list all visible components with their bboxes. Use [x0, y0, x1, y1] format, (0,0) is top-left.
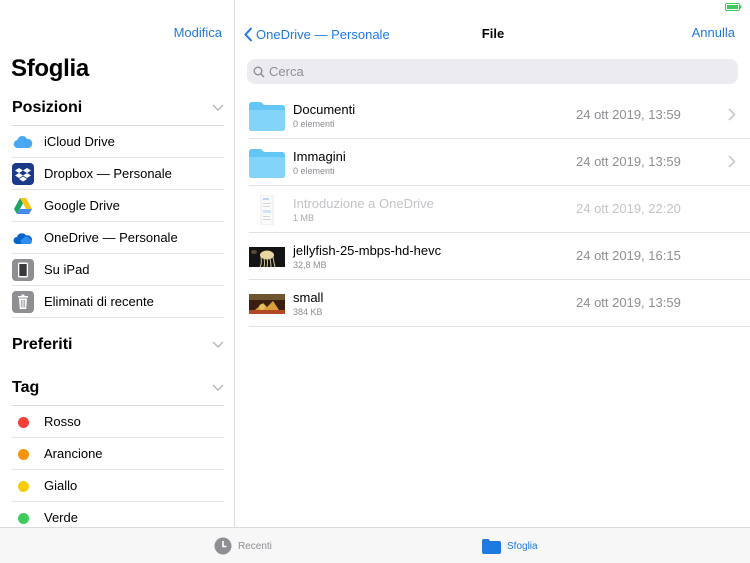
sidebar-item-icloud-drive[interactable]: iCloud Drive [12, 126, 224, 158]
sidebar-item-tag-green[interactable]: Verde [12, 502, 224, 527]
tag-dot-icon [12, 411, 34, 433]
clock-icon [214, 537, 232, 555]
search-bar[interactable] [247, 59, 738, 84]
sidebar-item-tag-red[interactable]: Rosso [12, 406, 224, 438]
battery-icon [725, 3, 742, 11]
chevron-down-icon [212, 384, 224, 391]
folder-icon [482, 538, 501, 554]
file-date: 24 ott 2019, 13:59 [576, 154, 681, 169]
chevron-down-icon [212, 341, 224, 348]
search-input[interactable] [269, 64, 709, 79]
page-title: File [481, 26, 505, 41]
tag-dot-icon [12, 475, 34, 497]
video-thumbnail-icon [249, 289, 285, 319]
file-row-introduzione-onedrive[interactable]: Introduzione a OneDrive 1 MB 24 ott 2019… [249, 186, 750, 233]
file-name: jellyfish-25-mbps-hd-hevc [293, 243, 442, 258]
file-date: 24 ott 2019, 16:15 [576, 248, 681, 263]
tag-dot-icon [12, 443, 34, 465]
edit-button[interactable]: Modifica [174, 25, 222, 40]
sidebar-item-google-drive[interactable]: Google Drive [12, 190, 224, 222]
sidebar-item-label: Dropbox — Personale [44, 166, 172, 181]
icloud-icon [12, 131, 34, 153]
chevron-left-icon [244, 26, 253, 42]
trash-icon [12, 291, 34, 313]
back-button[interactable]: OneDrive — Personale [244, 25, 390, 43]
search-icon [253, 66, 265, 78]
tab-browse[interactable]: Sfoglia [482, 536, 538, 556]
document-icon [249, 195, 285, 225]
chevron-down-icon [212, 104, 224, 111]
file-meta: 32,8 MB [293, 260, 327, 270]
back-button-label: OneDrive — Personale [256, 26, 390, 42]
sidebar-item-onedrive[interactable]: OneDrive — Personale [12, 222, 224, 254]
sidebar-item-label: OneDrive — Personale [44, 230, 178, 245]
folder-icon [249, 101, 285, 131]
sidebar: Modifica Sfoglia Posizioni iCloud Drive … [0, 0, 235, 527]
file-row-small[interactable]: small 384 KB 24 ott 2019, 13:59 [249, 280, 750, 327]
sidebar-item-dropbox[interactable]: Dropbox — Personale [12, 158, 224, 190]
sidebar-item-label: Arancione [44, 446, 103, 461]
google-drive-icon [12, 195, 34, 217]
file-name: Documenti [293, 102, 356, 117]
sidebar-item-tag-yellow[interactable]: Giallo [12, 470, 224, 502]
file-name: Immagini [293, 149, 346, 164]
folder-icon [249, 148, 285, 178]
file-meta: 384 KB [293, 307, 323, 317]
sidebar-item-label: Rosso [44, 414, 81, 429]
sidebar-item-label: Verde [44, 510, 78, 525]
dropbox-icon [12, 163, 34, 185]
tab-label: Sfoglia [507, 540, 538, 552]
onedrive-icon [12, 227, 34, 249]
section-header-favorites[interactable]: Preferiti [12, 336, 224, 362]
file-row-jellyfish[interactable]: jellyfish-25-mbps-hd-hevc 32,8 MB 24 ott… [249, 233, 750, 280]
video-thumbnail-icon [249, 242, 285, 272]
sidebar-item-tag-orange[interactable]: Arancione [12, 438, 224, 470]
file-name: Introduzione a OneDrive [293, 196, 434, 211]
file-name: small [293, 290, 324, 305]
sidebar-title: Sfoglia [11, 55, 89, 82]
section-label: Tag [12, 379, 40, 396]
sidebar-item-label: Eliminati di recente [44, 294, 154, 309]
tab-bar: Recenti Sfoglia [0, 527, 750, 563]
file-row-immagini[interactable]: Immagini 0 elementi 24 ott 2019, 13:59 [249, 139, 750, 186]
file-meta: 1 MB [293, 213, 315, 223]
file-meta: 0 elementi [293, 119, 335, 129]
sidebar-item-on-ipad[interactable]: Su iPad [12, 254, 224, 286]
chevron-right-icon [728, 108, 736, 121]
sidebar-item-label: Google Drive [44, 198, 120, 213]
sidebar-item-label: Su iPad [44, 262, 90, 277]
file-row-documenti[interactable]: Documenti 0 elementi 24 ott 2019, 13:59 [249, 92, 750, 139]
sidebar-item-label: iCloud Drive [44, 134, 115, 149]
section-label: Preferiti [12, 336, 73, 353]
ipad-icon [12, 259, 34, 281]
file-browser: OneDrive — Personale File Annulla Docume… [236, 0, 750, 527]
chevron-right-icon [728, 155, 736, 168]
file-meta: 0 elementi [293, 166, 335, 176]
section-label: Posizioni [12, 99, 83, 116]
section-header-tags[interactable]: Tag [12, 379, 224, 405]
file-date: 24 ott 2019, 13:59 [576, 295, 681, 310]
tab-label: Recenti [238, 540, 272, 552]
tag-dot-icon [12, 507, 34, 527]
cancel-button[interactable]: Annulla [692, 25, 735, 40]
sidebar-item-label: Giallo [44, 478, 78, 493]
section-header-locations[interactable]: Posizioni [12, 99, 224, 125]
file-date: 24 ott 2019, 22:20 [576, 201, 681, 216]
file-date: 24 ott 2019, 13:59 [576, 107, 681, 122]
sidebar-item-recently-deleted[interactable]: Eliminati di recente [12, 286, 224, 318]
tab-recent[interactable]: Recenti [214, 536, 272, 556]
